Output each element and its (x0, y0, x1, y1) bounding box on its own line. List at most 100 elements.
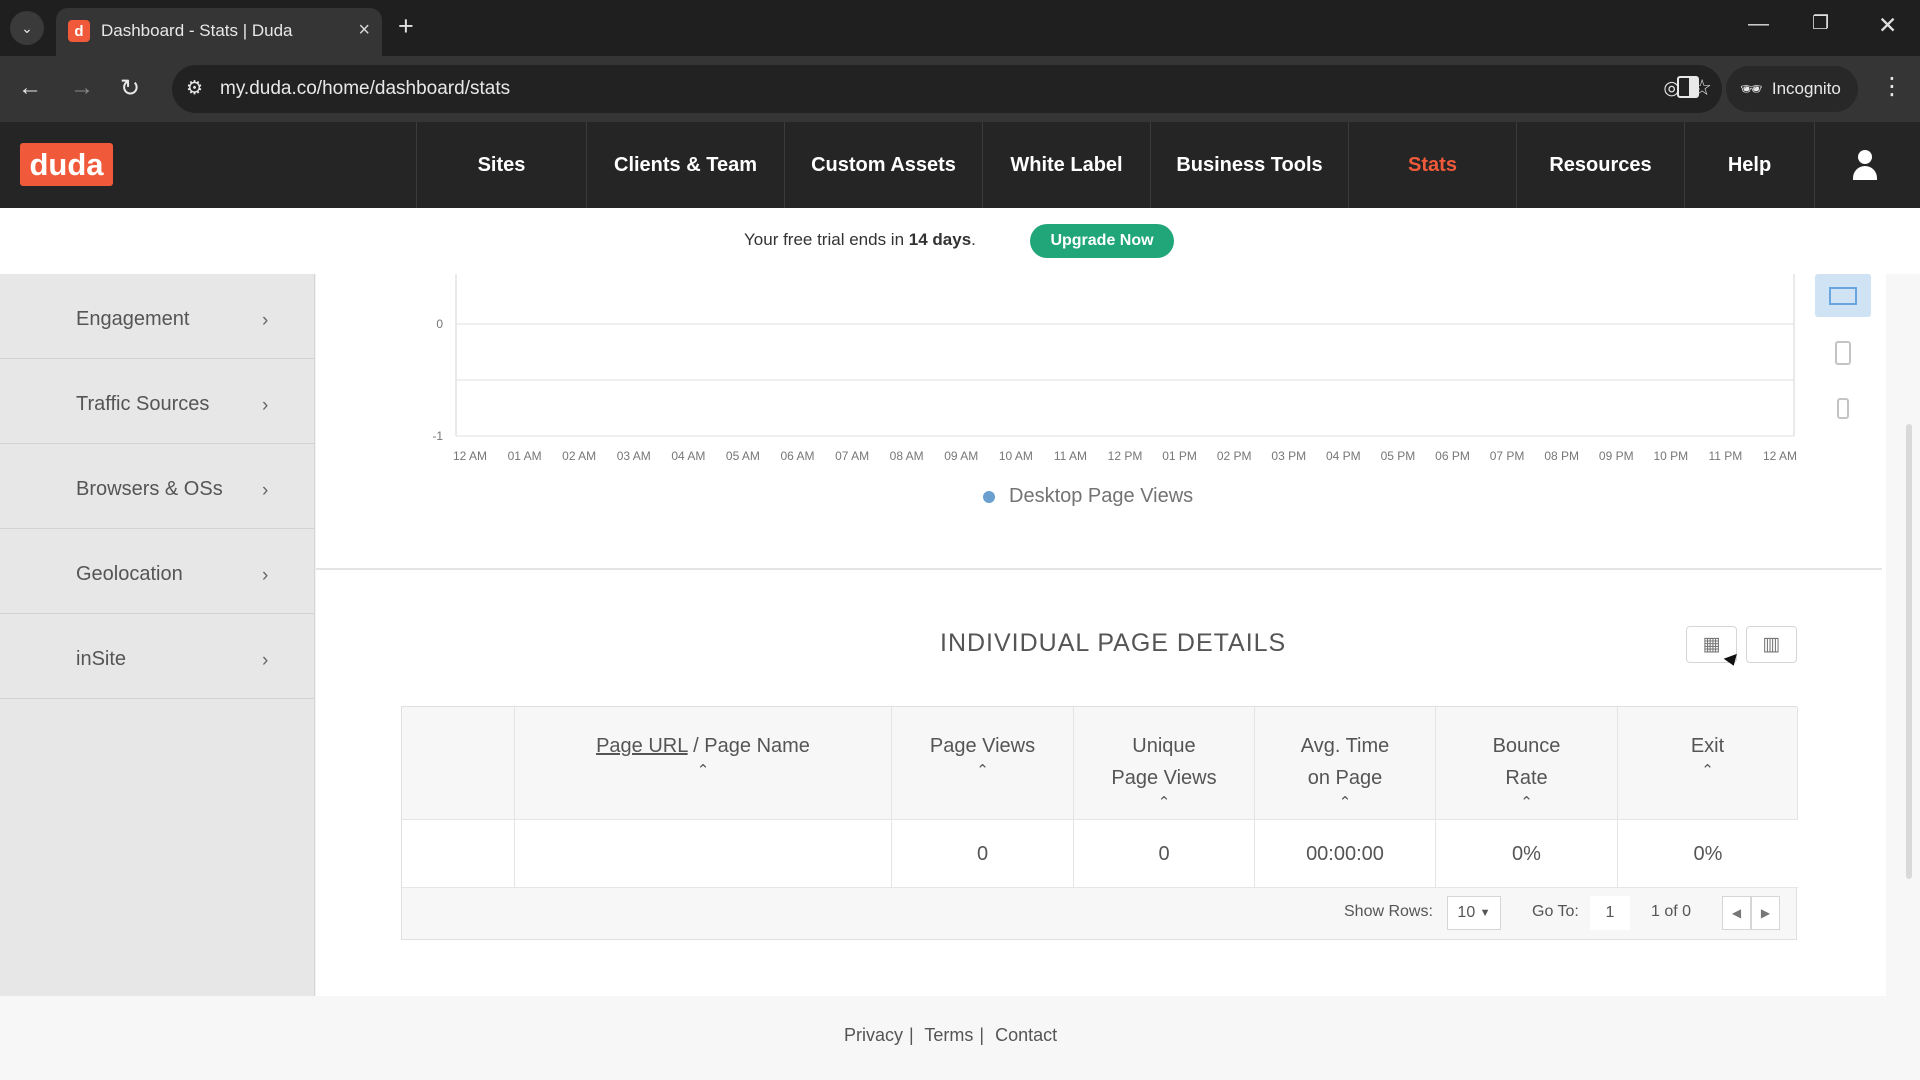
tab-close-icon[interactable]: × (358, 19, 370, 42)
nav-white-label[interactable]: White Label (982, 122, 1150, 208)
chart-x-tick-label: 12 AM (453, 449, 487, 463)
sort-caret-icon[interactable]: ⌃ (1618, 762, 1797, 780)
trial-message: Your free trial ends in 14 days. (744, 230, 976, 249)
column-header-page-url[interactable]: Page URL / Page Name ⌃ (515, 707, 892, 820)
triangle-right-icon: ▶ (1760, 906, 1771, 920)
sort-caret-icon[interactable]: ⌃ (1436, 794, 1617, 812)
page-footer: Privacy | Terms | Contact (0, 996, 1920, 1080)
tab-title: Dashboard - Stats | Duda (101, 21, 293, 40)
chart-x-tick-label: 10 PM (1653, 449, 1688, 463)
sort-caret-icon[interactable]: ⌃ (515, 762, 891, 780)
forward-button[interactable]: → (70, 74, 94, 102)
privacy-link[interactable]: Privacy (844, 1025, 903, 1045)
browser-tab[interactable]: d Dashboard - Stats | Duda × (56, 8, 382, 56)
sort-page-url-link[interactable]: Page URL (596, 735, 688, 757)
contact-link[interactable]: Contact (995, 1025, 1057, 1045)
table-grid-icon: ▦ (1702, 634, 1721, 655)
site-info-icon[interactable]: ⚙ (186, 77, 203, 100)
nav-clients-team[interactable]: Clients & Team (586, 122, 784, 208)
url-text[interactable]: my.duda.co/home/dashboard/stats (220, 78, 510, 100)
terms-link[interactable]: Terms (924, 1025, 973, 1045)
page-scrollbar[interactable] (1886, 274, 1920, 996)
sort-caret-icon[interactable]: ⌃ (892, 762, 1073, 780)
chart-x-tick-label: 11 AM (1054, 449, 1087, 463)
incognito-icon: 🕶 (1740, 78, 1763, 99)
table-grid: Page URL / Page Name ⌃ Page Views ⌃ Uniq… (402, 707, 1798, 888)
table-cell-blank (402, 820, 515, 888)
dropdown-arrow-icon: ▼ (1479, 907, 1491, 919)
nav-help[interactable]: Help (1684, 122, 1814, 208)
nav-resources[interactable]: Resources (1516, 122, 1684, 208)
chart-x-tick-label: 03 PM (1271, 449, 1306, 463)
browser-toolbar: ← → ↻ ⚙ my.duda.co/home/dashboard/stats … (0, 56, 1920, 122)
chart-x-tick-label: 02 PM (1217, 449, 1252, 463)
mobile-device-icon[interactable] (1837, 398, 1849, 419)
column-header-avg-time[interactable]: Avg. Time on Page ⌃ (1255, 707, 1436, 820)
stats-sidebar: Engagement › Traffic Sources › Browsers … (0, 274, 315, 996)
incognito-label: Incognito (1771, 79, 1841, 98)
chart-x-tick-label: 05 AM (726, 449, 760, 463)
column-header-bounce-rate[interactable]: Bounce Rate ⌃ (1436, 707, 1618, 820)
app-navigation: duda Sites Clients & Team Custom Assets … (0, 122, 1920, 208)
sidebar-item-traffic-sources[interactable]: Traffic Sources › (0, 359, 314, 444)
tablet-device-icon[interactable] (1835, 341, 1851, 365)
new-tab-button[interactable]: + (398, 11, 414, 42)
table-cell-avg-time: 00:00:00 (1255, 820, 1436, 888)
chart-x-tick-label: 04 AM (671, 449, 705, 463)
window-close-button[interactable]: ✕ (1878, 12, 1897, 39)
address-bar[interactable]: ⚙ my.duda.co/home/dashboard/stats ◎ ☆ (172, 65, 1722, 113)
desktop-monitor-icon (1829, 286, 1857, 305)
nav-sites[interactable]: Sites (416, 122, 586, 208)
column-header-exit[interactable]: Exit ⌃ (1618, 707, 1798, 820)
chart-x-tick-label: 09 AM (944, 449, 978, 463)
legend-series-label: Desktop Page Views (1009, 485, 1194, 507)
column-header-unique-page-views[interactable]: Unique Page Views ⌃ (1074, 707, 1255, 820)
browser-menu-icon[interactable]: ⋮ (1880, 72, 1904, 101)
sidebar-item-geolocation[interactable]: Geolocation › (0, 529, 314, 614)
nav-custom-assets[interactable]: Custom Assets (784, 122, 982, 208)
upgrade-now-button[interactable]: Upgrade Now (1030, 224, 1174, 258)
chart-legend[interactable]: Desktop Page Views (983, 485, 1193, 508)
chart-x-tick-label: 08 AM (890, 449, 924, 463)
page-details-table: Page URL / Page Name ⌃ Page Views ⌃ Uniq… (401, 706, 1798, 940)
previous-page-button[interactable]: ◀ (1722, 896, 1751, 930)
show-rows-select[interactable]: 10 ▼ (1447, 896, 1501, 930)
scrollbar-thumb[interactable] (1906, 424, 1912, 879)
chart-x-tick-label: 11 PM (1709, 449, 1743, 463)
user-icon (1858, 150, 1872, 164)
sidebar-item-insite[interactable]: inSite › (0, 614, 314, 699)
next-page-button[interactable]: ▶ (1751, 896, 1780, 930)
sidebar-item-browsers-oss[interactable]: Browsers & OSs › (0, 444, 314, 529)
duda-logo[interactable]: duda (20, 143, 113, 186)
side-panel-icon[interactable] (1677, 76, 1699, 98)
stats-main-panel: 0 -1 12 AM 01 AM 02 AM 03 AM 04 AM 05 AM 06 AM 07… (316, 274, 1886, 996)
legend-series-marker (983, 490, 995, 503)
desktop-device-button[interactable] (1815, 274, 1871, 317)
chart-x-tick-label: 12 AM (1763, 449, 1797, 463)
chart-y-tick-label: -1 (432, 429, 443, 443)
chart-x-tick-label: 07 AM (835, 449, 869, 463)
chart-x-tick-label: 05 PM (1381, 449, 1416, 463)
back-button[interactable]: ← (18, 74, 42, 102)
incognito-indicator[interactable]: 🕶 Incognito (1726, 66, 1858, 112)
chart-y-tick-label: 0 (436, 317, 443, 331)
window-minimize-button[interactable]: — (1748, 12, 1769, 36)
window-restore-button[interactable]: ❐ (1812, 12, 1829, 35)
table-cell-page-url (515, 820, 892, 888)
user-menu-button[interactable] (1814, 122, 1920, 208)
hourly-page-views-chart: 0 -1 12 AM 01 AM 02 AM 03 AM 04 AM 05 AM 06 AM 07… (432, 274, 1797, 463)
nav-business-tools[interactable]: Business Tools (1150, 122, 1348, 208)
chart-x-tick-label: 07 PM (1490, 449, 1525, 463)
sort-caret-icon[interactable]: ⌃ (1255, 794, 1435, 812)
sort-caret-icon[interactable]: ⌃ (1074, 794, 1254, 812)
chart-x-tick-label: 09 PM (1599, 449, 1634, 463)
chart-view-button[interactable]: ▥ (1746, 626, 1797, 663)
sidebar-item-engagement[interactable]: Engagement › (0, 274, 314, 359)
chart-x-tick-label: 02 AM (562, 449, 596, 463)
chart-x-tick-label: 06 PM (1435, 449, 1470, 463)
reload-button[interactable]: ↻ (120, 74, 140, 103)
goto-page-input[interactable]: 1 (1590, 896, 1630, 930)
nav-stats[interactable]: Stats (1348, 122, 1516, 208)
column-header-page-views[interactable]: Page Views ⌃ (892, 707, 1074, 820)
tab-list-button[interactable]: ⌄ (10, 11, 44, 45)
